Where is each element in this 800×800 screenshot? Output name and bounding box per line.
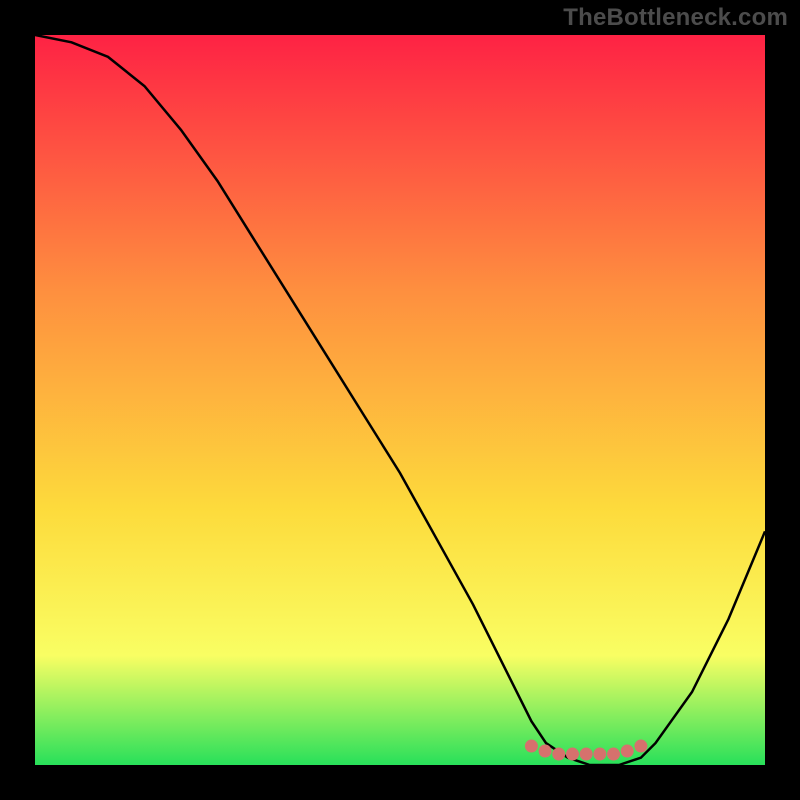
flat-marker-dot bbox=[580, 748, 593, 761]
flat-marker-dot bbox=[566, 748, 579, 761]
watermark-text: TheBottleneck.com bbox=[563, 4, 788, 32]
bottleneck-chart bbox=[35, 35, 765, 765]
flat-marker-dot bbox=[539, 745, 552, 758]
flat-marker-dot bbox=[621, 745, 634, 758]
flat-marker-dot bbox=[634, 740, 647, 753]
flat-marker-dot bbox=[607, 748, 620, 761]
flat-marker-dot bbox=[525, 740, 538, 753]
flat-marker-dot bbox=[552, 748, 565, 761]
plot-area bbox=[35, 35, 765, 765]
flat-marker-dot bbox=[593, 748, 606, 761]
chart-frame: TheBottleneck.com bbox=[0, 0, 800, 800]
gradient-background bbox=[35, 35, 765, 765]
